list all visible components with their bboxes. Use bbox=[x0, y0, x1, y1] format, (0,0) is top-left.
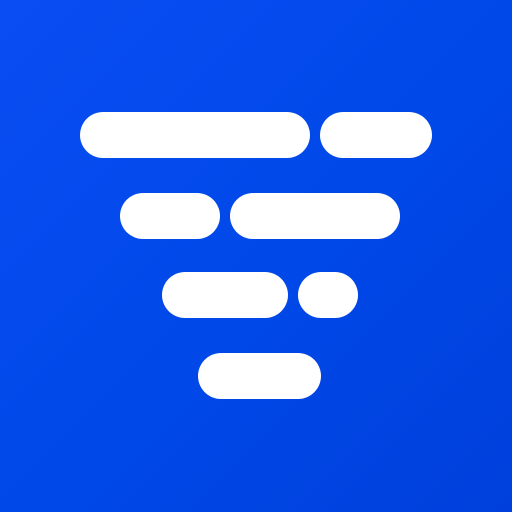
logo-bar-row1-left bbox=[80, 112, 310, 158]
app-icon bbox=[0, 0, 512, 512]
logo-bar-row3-right bbox=[298, 272, 358, 318]
logo-bar-row4 bbox=[198, 353, 321, 399]
logo-bar-row1-right bbox=[320, 112, 432, 158]
logo-bar-row2-right bbox=[230, 193, 400, 239]
logo-bar-row3-left bbox=[162, 272, 288, 318]
logo-bar-row2-left bbox=[120, 193, 220, 239]
